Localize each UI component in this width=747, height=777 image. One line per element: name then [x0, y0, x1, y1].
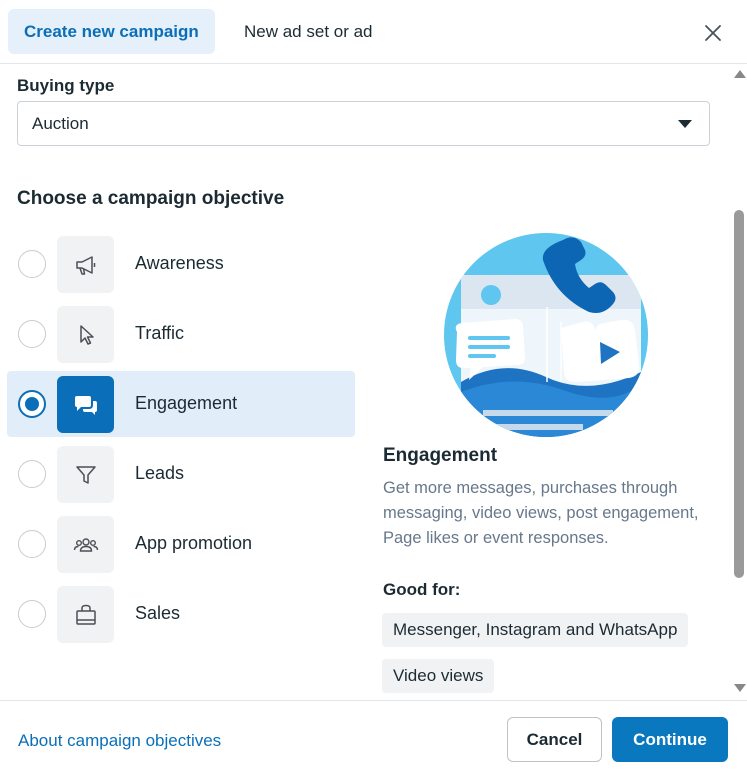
- objective-leads[interactable]: Leads: [7, 441, 355, 507]
- radio-button[interactable]: [18, 530, 46, 558]
- radio-button[interactable]: [18, 600, 46, 628]
- funnel-icon: [57, 446, 114, 503]
- cursor-icon: [57, 306, 114, 363]
- objective-label: Sales: [135, 603, 181, 623]
- objective-label: Leads: [135, 463, 185, 483]
- good-for-chip: Messenger, Instagram and WhatsApp: [382, 613, 689, 647]
- about-campaign-objectives-link[interactable]: About campaign objectives: [18, 731, 221, 751]
- objective-app-promotion[interactable]: App promotion: [7, 511, 355, 577]
- caret-down-icon: [678, 120, 692, 128]
- shopping-bag-icon: [57, 586, 114, 643]
- buying-type-label: Buying type: [17, 76, 115, 95]
- detail-description: Get more messages, purchases through mes…: [383, 479, 699, 547]
- chat-bubbles-icon: [57, 376, 114, 433]
- radio-button[interactable]: [18, 460, 46, 488]
- engagement-illustration: [443, 232, 649, 438]
- megaphone-icon: [57, 236, 114, 293]
- continue-button[interactable]: Continue: [612, 717, 728, 762]
- objective-sales[interactable]: Sales: [7, 581, 355, 647]
- dialog-footer: About campaign objectives Cancel Continu…: [0, 700, 747, 777]
- good-for-chip: Video views: [382, 659, 495, 693]
- buying-type-select[interactable]: Auction: [17, 101, 710, 146]
- objective-traffic[interactable]: Traffic: [7, 301, 355, 367]
- buying-type-value: Auction: [32, 113, 89, 133]
- objective-engagement[interactable]: Engagement: [7, 371, 355, 437]
- tab-create-new-campaign[interactable]: Create new campaign: [8, 9, 215, 54]
- scroll-down-arrow-icon[interactable]: [734, 684, 746, 692]
- scrollbar[interactable]: [731, 64, 747, 700]
- cancel-button[interactable]: Cancel: [507, 717, 602, 762]
- good-for-label: Good for:: [383, 580, 461, 599]
- scroll-up-arrow-icon[interactable]: [734, 70, 746, 78]
- detail-title: Engagement: [383, 445, 498, 466]
- radio-button[interactable]: [18, 250, 46, 278]
- radio-button[interactable]: [18, 320, 46, 348]
- dialog-header: Create new campaign New ad set or ad: [0, 0, 747, 64]
- objective-awareness[interactable]: Awareness: [7, 231, 355, 297]
- tab-new-ad-set-or-ad[interactable]: New ad set or ad: [228, 9, 389, 54]
- radio-button[interactable]: [18, 390, 46, 418]
- people-icon: [57, 516, 114, 573]
- objective-label: Traffic: [135, 323, 185, 343]
- objective-label: Engagement: [135, 393, 238, 413]
- objective-section-title: Choose a campaign objective: [17, 188, 285, 209]
- objective-label: Awareness: [135, 253, 224, 273]
- objective-label: App promotion: [135, 533, 253, 553]
- scrollbar-thumb[interactable]: [734, 210, 744, 578]
- close-icon[interactable]: [700, 20, 726, 46]
